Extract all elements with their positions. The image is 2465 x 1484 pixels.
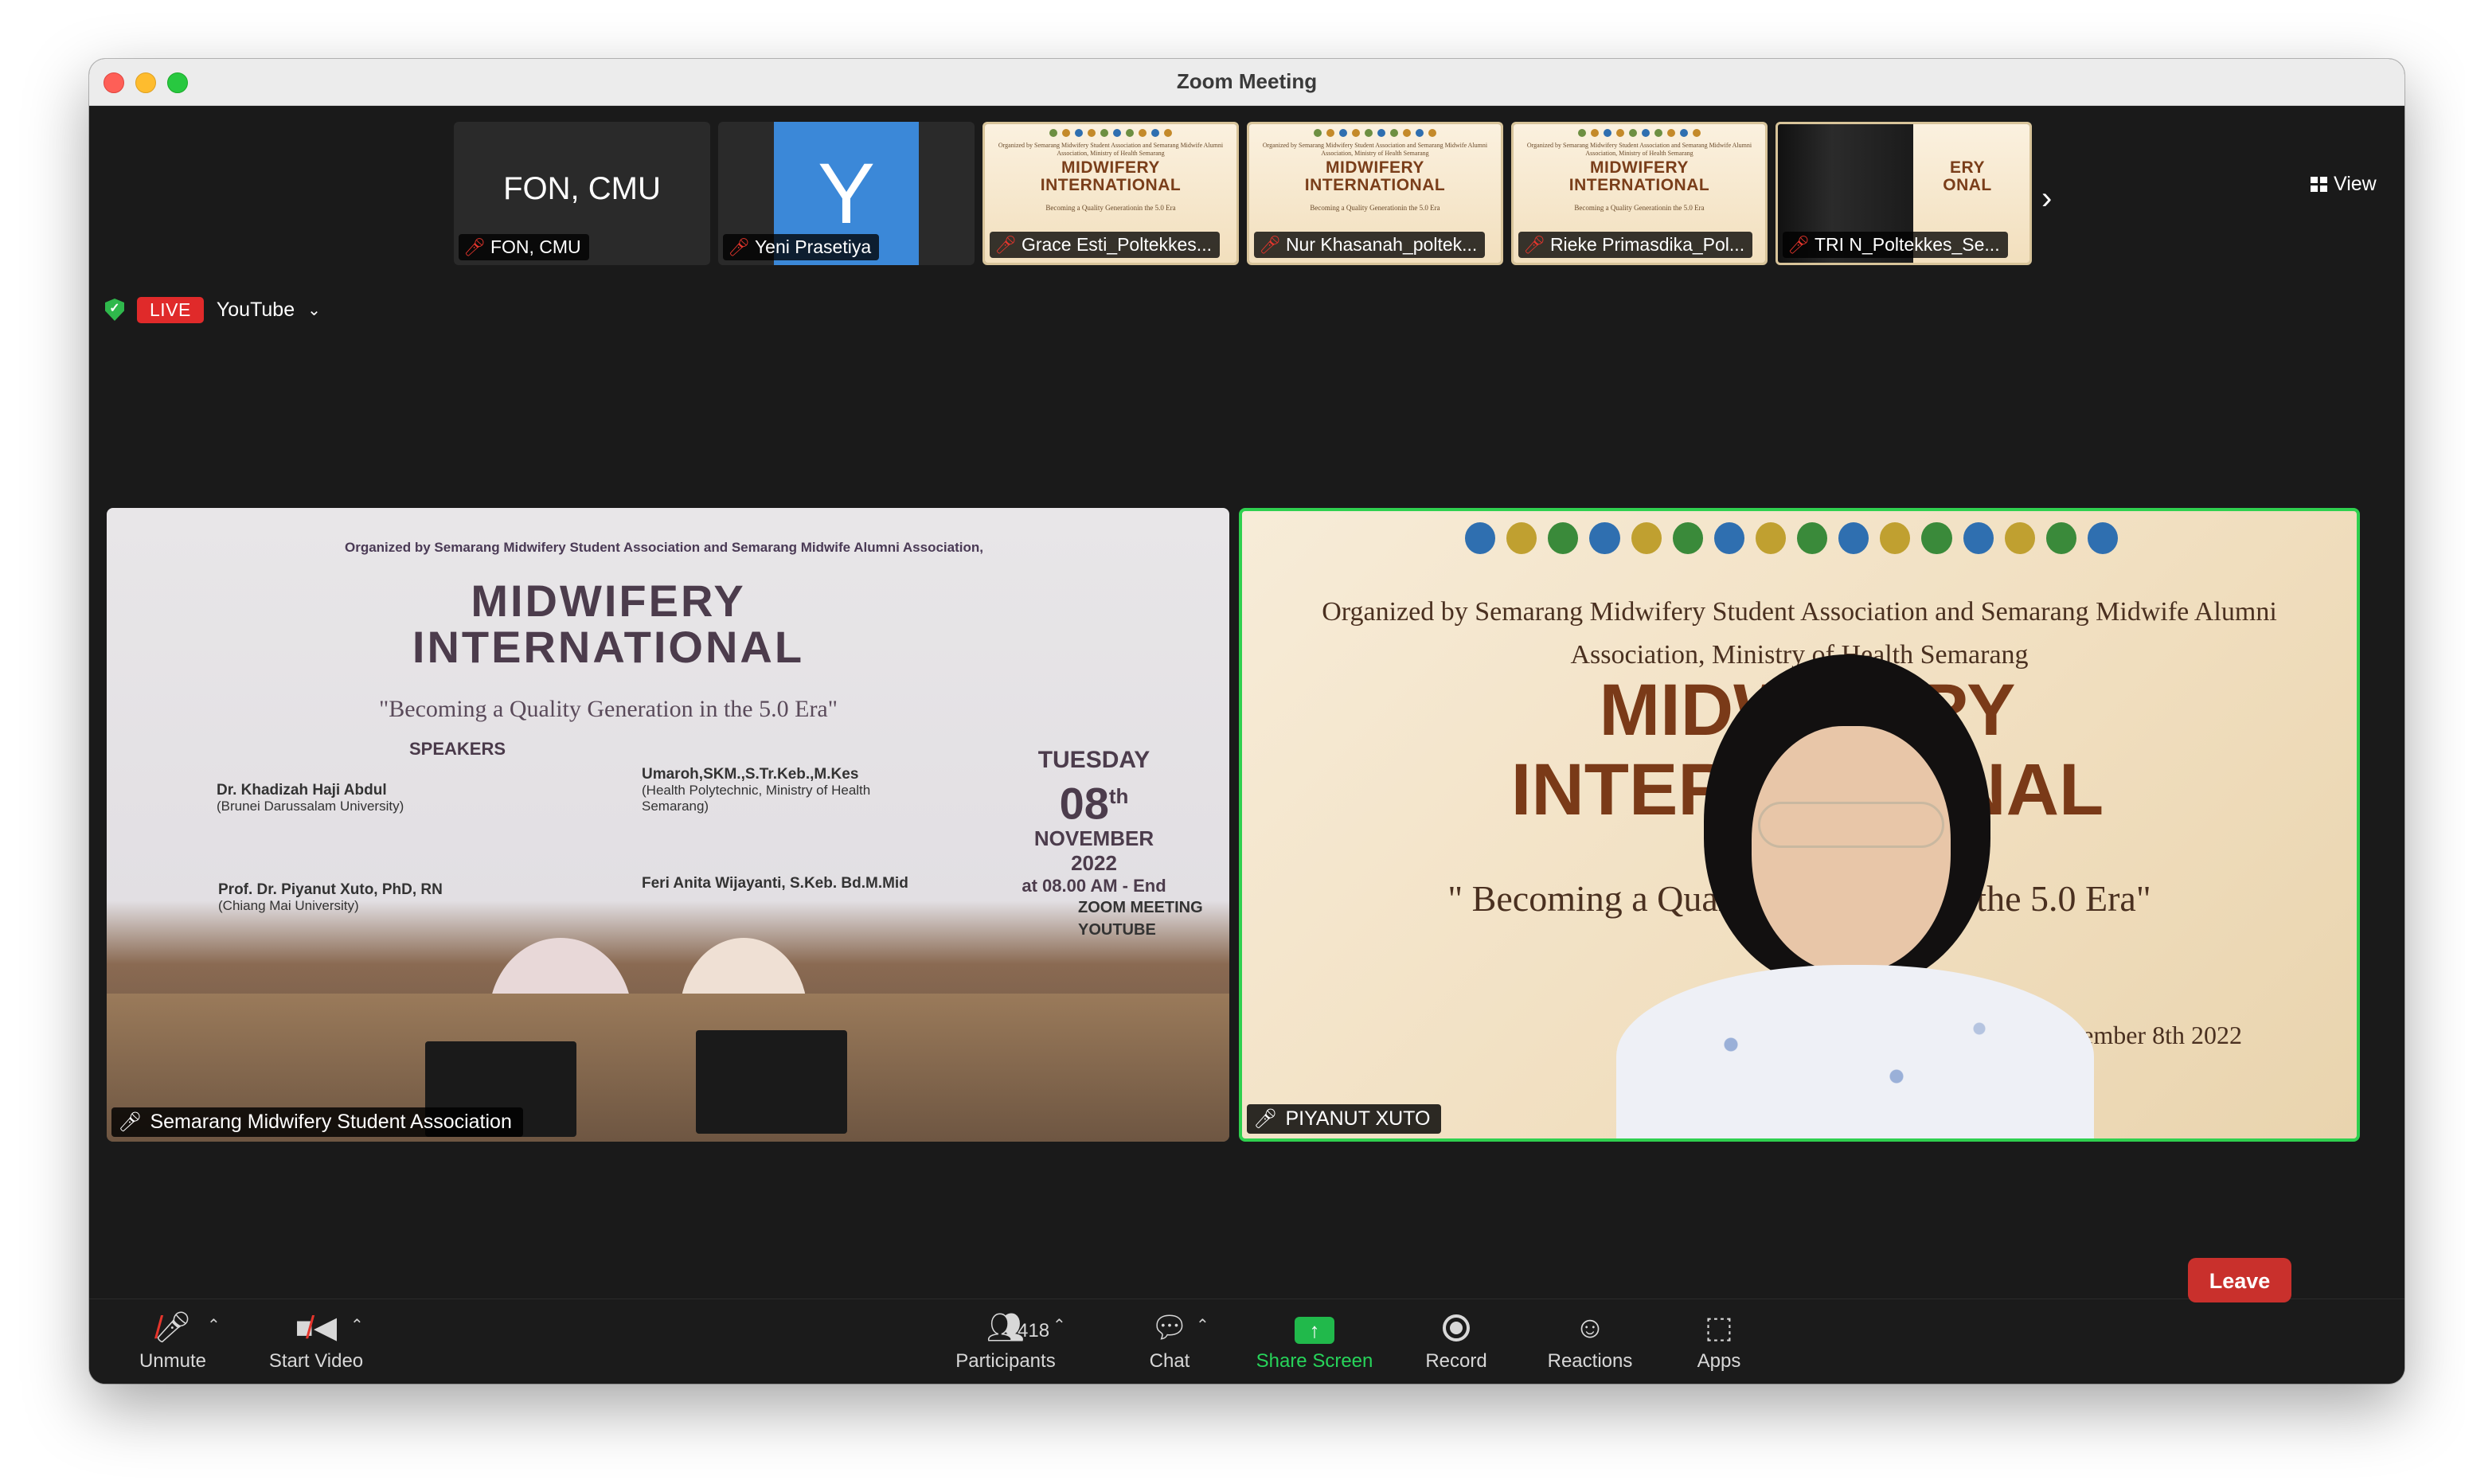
participants-caret-icon[interactable]: ⌃	[1053, 1315, 1066, 1335]
video-tile-piyanut-xuto[interactable]: Organized by Semarang Midwifery Student …	[1239, 508, 2360, 1142]
zoom-window: Zoom Meeting FON, CMU 🎤︎ FON, CMU Y 🎤︎ Y…	[89, 59, 2404, 1384]
poster-org-text: Organized by Semarang Midwifery Student …	[998, 142, 1224, 157]
sponsor-logos	[1561, 129, 1717, 139]
sponsor-logos	[1465, 521, 2118, 556]
record-button[interactable]: Record	[1389, 1309, 1524, 1381]
live-stream-status: ✓ LIVE YouTube ⌄	[105, 295, 321, 324]
poster-org-text: Organized by Semarang Midwifery Student …	[1262, 142, 1488, 157]
poster-title: MIDWIFERY INTERNATIONAL	[1040, 158, 1182, 194]
grid-icon	[2311, 177, 2327, 192]
banner-subtitle: "Becoming a Quality Generation in the 5.…	[379, 696, 838, 722]
record-label: Record	[1425, 1350, 1487, 1372]
mic-muted-icon: 🎤︎	[463, 236, 486, 257]
participant-tile-rieke-primasdika[interactable]: Organized by Semarang Midwifery Student …	[1511, 122, 1768, 265]
participant-tile-tri-n[interactable]: ERY ONAL 🎤︎ TRI N_Poltekkes_Se...	[1776, 122, 2032, 265]
speaker-3: Umaroh,SKM.,S.Tr.Keb.,M.Kes (Health Poly…	[642, 766, 871, 814]
share-screen-button[interactable]: ↑ Share Screen	[1247, 1309, 1382, 1381]
poster-subtitle: Becoming a Quality Generationin the 5.0 …	[1310, 204, 1440, 212]
participant-name-label: 🎤︎ FON, CMU	[459, 234, 589, 260]
audio-options-caret-icon[interactable]: ⌃	[207, 1315, 221, 1335]
participants-count: 418	[1018, 1320, 1050, 1341]
chevron-down-icon[interactable]: ⌄	[307, 300, 321, 320]
view-button[interactable]: View	[2311, 173, 2377, 196]
title-bar: Zoom Meeting	[89, 59, 2404, 106]
participant-name: Rieke Primasdika_Pol...	[1549, 234, 1745, 255]
poster-title-partial: ERY ONAL	[1943, 158, 1992, 194]
speaker-1: Dr. Khadizah Haji Abdul (Brunei Darussal…	[217, 782, 404, 814]
poster-title: MIDWIFERY INTERNATIONAL	[1568, 158, 1710, 194]
poster-org-text: Organized by Semarang Midwifery Student …	[1526, 142, 1752, 157]
video-tile-semarang-midwifery[interactable]: Organized by Semarang Midwifery Student …	[107, 508, 1229, 1142]
mic-muted-icon: 🎤︎	[728, 236, 750, 257]
chat-caret-icon[interactable]: ⌃	[1196, 1315, 1209, 1335]
participant-tile-grace-esti[interactable]: Organized by Semarang Midwifery Student …	[982, 122, 1239, 265]
poster-subtitle: Becoming a Quality Generationin the 5.0 …	[1574, 204, 1705, 212]
participant-tile-nur-khasanah[interactable]: Organized by Semarang Midwifery Student …	[1247, 122, 1503, 265]
participant-name-label: 🎤︎ TRI N_Poltekkes_Se...	[1783, 232, 2008, 258]
shield-check-icon: ✓	[105, 299, 124, 321]
participant-display-name: FON, CMU	[503, 171, 661, 206]
banner-title: MIDWIFERY INTERNATIONAL	[412, 576, 805, 672]
share-screen-icon: ↑	[1295, 1317, 1334, 1344]
chat-bubble-icon: 💬︎	[1150, 1311, 1190, 1345]
sponsor-logos	[1297, 129, 1453, 139]
chevron-right-icon[interactable]: ›	[2041, 181, 2052, 217]
apps-icon: ⬚	[1705, 1311, 1733, 1345]
participant-name-label: 🎤︎ Nur Khasanah_poltek...	[1254, 232, 1486, 258]
reactions-label: Reactions	[1547, 1350, 1633, 1372]
smiley-plus-icon: ☺	[1574, 1311, 1606, 1345]
window-title: Zoom Meeting	[1176, 69, 1318, 93]
participant-name-label: 🎤︎ Yeni Prasetiya	[723, 234, 880, 260]
speaker-2: Prof. Dr. Piyanut Xuto, PhD, RN (Chiang …	[218, 881, 443, 914]
laptop	[696, 1030, 847, 1134]
meeting-area: FON, CMU 🎤︎ FON, CMU Y 🎤︎ Yeni Prasetiya…	[89, 106, 2404, 1345]
banner-org-text: Organized by Semarang Midwifery Student …	[345, 540, 983, 555]
speakers-heading: SPEAKERS	[409, 739, 506, 759]
participant-tile-fon-cmu[interactable]: FON, CMU 🎤︎ FON, CMU	[454, 122, 710, 265]
mic-muted-icon: 🎤︎	[1253, 1108, 1278, 1130]
share-screen-label: Share Screen	[1256, 1350, 1373, 1372]
participant-name: Nur Khasanah_poltek...	[1285, 234, 1478, 255]
apps-label: Apps	[1697, 1350, 1741, 1372]
participant-name: PIYANUT XUTO	[1285, 1107, 1431, 1130]
live-badge: LIVE	[137, 296, 204, 323]
mic-muted-icon: 🎤︎	[118, 1111, 143, 1133]
mic-muted-icon: 🎤︎	[1787, 234, 1810, 255]
speaker-4: Feri Anita Wijayanti, S.Keb. Bd.M.Mid	[642, 875, 908, 892]
chat-button[interactable]: 💬︎ Chat	[1102, 1309, 1237, 1381]
meeting-toolbar: 🎤︎ / Unmute ⌃ ■◀ / Start Video ⌃ 👥︎ 418 Pa…	[89, 1298, 2404, 1384]
participant-name-label: 🎤︎ Grace Esti_Poltekkes...	[990, 232, 1220, 258]
speaker-person	[1616, 654, 2094, 1138]
poster-subtitle: Becoming a Quality Generationin the 5.0 …	[1045, 204, 1176, 212]
start-video-label: Start Video	[268, 1350, 364, 1372]
participant-name: Yeni Prasetiya	[754, 236, 872, 257]
video-options-caret-icon[interactable]: ⌃	[350, 1315, 364, 1335]
mic-muted-icon: 🎤︎	[1259, 234, 1281, 255]
unmute-label: Unmute	[139, 1350, 207, 1372]
mic-muted-icon: 🎤︎	[1523, 234, 1545, 255]
sponsor-logos	[1033, 129, 1189, 139]
apps-button[interactable]: ⬚ Apps	[1651, 1309, 1787, 1381]
leave-button[interactable]: Leave	[2188, 1258, 2291, 1302]
chat-label: Chat	[1149, 1350, 1190, 1372]
participant-name-label: 🎤︎ Rieke Primasdika_Pol...	[1518, 232, 1753, 258]
event-date: TUESDAY 08th NOVEMBER 2022 at 08.00 AM -…	[1022, 747, 1166, 896]
participant-name: TRI N_Poltekkes_Se...	[1814, 234, 2000, 255]
video-name-label: 🎤︎ PIYANUT XUTO	[1247, 1104, 1442, 1134]
mic-muted-icon: 🎤︎	[994, 234, 1017, 255]
participant-name: FON, CMU	[490, 236, 581, 257]
view-button-label: View	[2334, 173, 2377, 195]
stream-platform-dropdown[interactable]: YouTube	[217, 299, 295, 322]
record-icon	[1443, 1314, 1470, 1341]
participant-tile-yeni-prasetiya[interactable]: Y 🎤︎ Yeni Prasetiya	[718, 122, 975, 265]
participants-label: Participants	[955, 1350, 1056, 1372]
video-name-label: 🎤︎ Semarang Midwifery Student Associatio…	[111, 1107, 523, 1137]
poster-title: MIDWIFERY INTERNATIONAL	[1304, 158, 1446, 194]
participant-name: Semarang Midwifery Student Association	[150, 1111, 512, 1133]
participant-name: Grace Esti_Poltekkes...	[1021, 234, 1212, 255]
reactions-button[interactable]: ☺ Reactions	[1522, 1309, 1658, 1381]
event-platforms: ZOOM MEETING YOUTUBE	[1078, 899, 1203, 939]
